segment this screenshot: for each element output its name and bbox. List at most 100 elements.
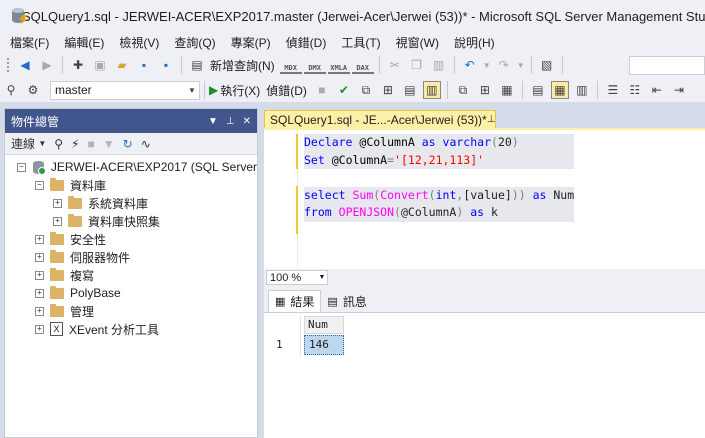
connect-dropdown[interactable]: 連線 ▼ — [11, 135, 46, 152]
database-name: master — [55, 83, 92, 97]
object-explorer-header: 物件總管 ▼ ⊥ ✕ — [5, 109, 257, 133]
available-databases-select[interactable]: master ▼ — [50, 80, 200, 100]
results-to-grid-icon[interactable]: ▤ — [529, 81, 547, 99]
outdent-icon[interactable]: ⇤ — [648, 81, 666, 99]
expand-icon[interactable]: + — [35, 324, 44, 334]
tree-node-server-objects[interactable]: + 伺服器物件 — [5, 248, 257, 266]
tree-node-security[interactable]: + 安全性 — [5, 230, 257, 248]
expand-icon[interactable]: + — [35, 288, 44, 298]
pin-icon[interactable]: ⊥ — [226, 116, 235, 127]
tree-node-replication[interactable]: + 複寫 — [5, 266, 257, 284]
menu-help[interactable]: 說明(H) — [448, 34, 501, 51]
tree-node-xevent[interactable]: + X XEvent 分析工具 — [5, 320, 257, 338]
client-stats-icon[interactable]: ▦ — [498, 81, 516, 99]
tab-results[interactable]: ▦ 結果 — [268, 290, 322, 312]
execute-button[interactable]: 執行(X) — [220, 82, 260, 99]
menu-project[interactable]: 專案(P) — [225, 34, 277, 51]
tab-sqlquery1[interactable]: SQLQuery1.sql - JE...-Acer\Jerwei (53))*… — [264, 110, 496, 128]
tree-node-system-databases[interactable]: + 系統資料庫 — [5, 194, 257, 212]
live-stats-icon[interactable]: ⊞ — [476, 81, 494, 99]
uncomment-icon[interactable]: ☷ — [626, 81, 644, 99]
menu-tools[interactable]: 工具(T) — [335, 34, 386, 51]
indent-icon[interactable]: ⇥ — [670, 81, 688, 99]
tree-node-snapshots[interactable]: + 資料庫快照集 — [5, 212, 257, 230]
menu-debug[interactable]: 偵錯(D) — [280, 34, 333, 51]
toolbar-grip[interactable] — [6, 57, 10, 73]
filter-icon[interactable]: ▼ — [103, 137, 115, 151]
menu-edit[interactable]: 編輯(E) — [58, 34, 110, 51]
execute-icon[interactable]: ▶ — [209, 83, 218, 97]
include-plan-icon[interactable]: ⧉ — [454, 81, 472, 99]
folder-icon — [50, 303, 64, 317]
tree-node-polybase[interactable]: + PolyBase — [5, 284, 257, 302]
tab-messages[interactable]: ▤ 訊息 — [321, 290, 372, 312]
refresh-icon[interactable]: ↻ — [123, 137, 133, 151]
new-query-button[interactable]: 新增查詢(N) — [210, 57, 275, 74]
undo-icon[interactable]: ↶ — [461, 56, 479, 74]
row-number[interactable]: 1 — [272, 335, 300, 355]
query-editor[interactable]: Declare @ColumnA as varchar(20) Set @Col… — [264, 128, 705, 271]
save-icon[interactable]: ▪ — [135, 56, 153, 74]
tree-node-management[interactable]: + 管理 — [5, 302, 257, 320]
expand-icon[interactable]: + — [35, 306, 44, 316]
new-project-icon[interactable]: ✚ — [69, 56, 87, 74]
menu-query[interactable]: 查詢(Q) — [168, 34, 221, 51]
debug-button[interactable]: 偵錯(D) — [266, 82, 307, 99]
display-plan-icon[interactable]: ⧉ — [357, 81, 375, 99]
parse-icon[interactable]: ✔ — [335, 81, 353, 99]
activity-monitor-icon[interactable]: ▧ — [538, 56, 556, 74]
zoom-select[interactable]: 100 % ▼ — [266, 270, 328, 285]
results-grid-selected-icon[interactable]: ▦ — [550, 81, 569, 99]
expand-icon[interactable]: + — [35, 270, 44, 280]
comment-icon[interactable]: ☰ — [604, 81, 622, 99]
collapse-icon[interactable]: − — [17, 162, 26, 172]
tree-node-server[interactable]: − JERWEI-ACER\EXP2017 (SQL Server — [5, 158, 257, 176]
intellisense-icon[interactable]: ▤ — [401, 81, 419, 99]
collapse-icon[interactable]: − — [35, 180, 44, 190]
column-header-num[interactable]: Num — [304, 316, 344, 334]
stop-icon[interactable]: ■ — [88, 137, 95, 151]
connect-icon[interactable]: ⚲ — [2, 81, 20, 99]
folder-icon — [50, 249, 64, 263]
close-icon[interactable]: ✕ — [243, 116, 251, 127]
connect-object-icon[interactable]: ⚲ — [54, 137, 63, 151]
new-query-icon[interactable]: ▤ — [188, 56, 206, 74]
undo-dropdown-icon[interactable]: ▼ — [483, 56, 491, 74]
change-marker — [296, 186, 298, 234]
panel-dropdown-icon[interactable]: ▼ — [208, 116, 218, 127]
expand-icon[interactable]: + — [35, 234, 44, 244]
forward-icon[interactable]: ▶ — [38, 56, 56, 74]
dax-query-icon[interactable]: DAX — [351, 56, 374, 74]
results-grid: Num 1 146 — [264, 312, 705, 438]
menu-file[interactable]: 檔案(F) — [4, 34, 55, 51]
disconnect-icon[interactable]: ⚡ — [71, 137, 79, 151]
back-icon[interactable]: ◀ — [16, 56, 34, 74]
grid-cell-num[interactable]: 146 — [304, 335, 344, 355]
find-box[interactable] — [629, 55, 705, 75]
dmx-query-icon[interactable]: DMX — [303, 56, 326, 74]
redo-dropdown-icon[interactable]: ▼ — [517, 56, 525, 74]
menu-window[interactable]: 視窗(W) — [390, 34, 445, 51]
expand-icon[interactable]: + — [53, 216, 62, 226]
open-file-icon[interactable]: ▰ — [113, 56, 131, 74]
expand-icon[interactable]: + — [53, 198, 62, 208]
change-connection-icon[interactable]: ⚙ — [24, 81, 42, 99]
pin-icon[interactable]: ⊥ — [487, 114, 496, 125]
cancel-query-icon[interactable]: ■ — [313, 81, 331, 99]
mdx-query-icon[interactable]: MDX — [279, 56, 302, 74]
cut-icon[interactable]: ✂ — [386, 56, 404, 74]
results-to-file-icon[interactable]: ▥ — [573, 81, 591, 99]
activity-icon[interactable]: ∿ — [141, 137, 151, 151]
redo-icon[interactable]: ↷ — [495, 56, 513, 74]
results-to-text-icon[interactable]: ▥ — [422, 81, 441, 99]
xmla-query-icon[interactable]: XMLA — [327, 56, 350, 74]
add-item-icon[interactable]: ▣ — [91, 56, 109, 74]
sql-code[interactable]: Declare @ColumnA as varchar(20) Set @Col… — [304, 134, 575, 222]
copy-icon[interactable]: ❐ — [408, 56, 426, 74]
save-all-icon[interactable]: ▪ — [157, 56, 175, 74]
menu-view[interactable]: 檢視(V) — [113, 34, 165, 51]
expand-icon[interactable]: + — [35, 252, 44, 262]
tree-node-databases[interactable]: − 資料庫 — [5, 176, 257, 194]
query-designer-icon[interactable]: ⊞ — [379, 81, 397, 99]
paste-icon[interactable]: ▥ — [430, 56, 448, 74]
